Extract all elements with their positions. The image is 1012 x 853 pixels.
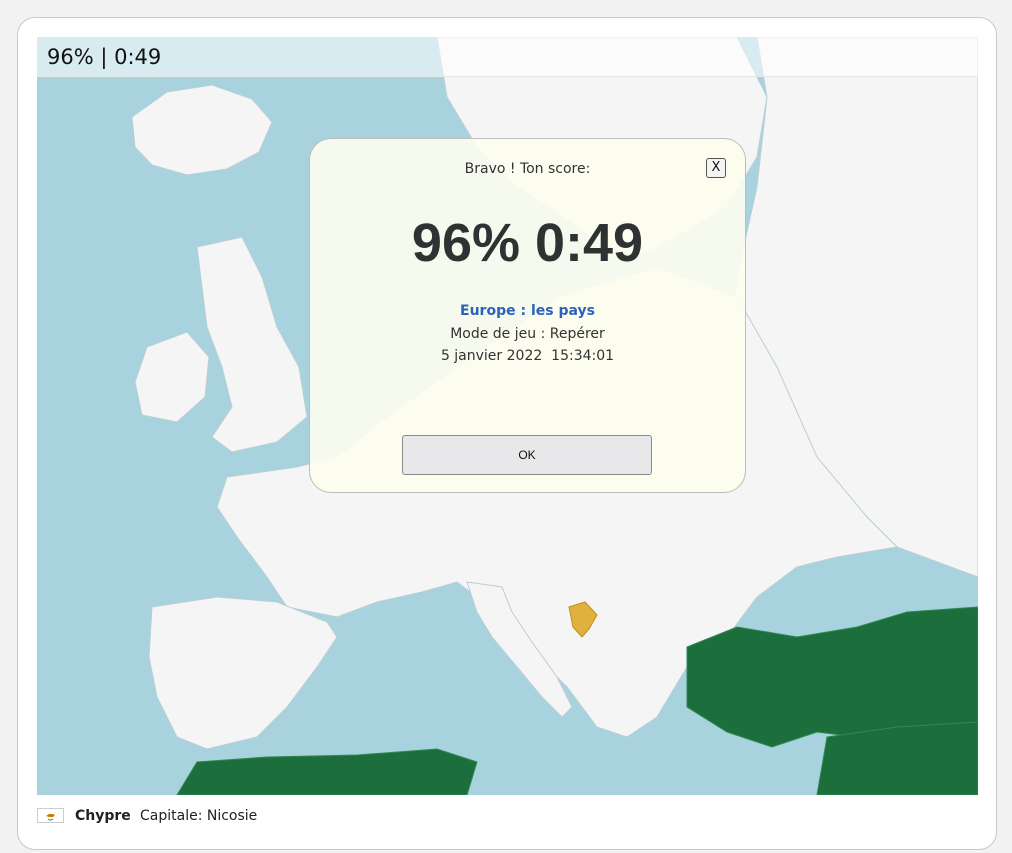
europe-map[interactable]: 96% | 0:49 Bravo ! Ton score: X 96% 0:49…: [37, 37, 978, 795]
close-button[interactable]: X: [706, 158, 726, 178]
score-dialog: Bravo ! Ton score: X 96% 0:49 Europe : l…: [309, 138, 746, 493]
ok-button[interactable]: OK: [402, 435, 652, 475]
quiz-name-link[interactable]: Europe : les pays: [310, 303, 745, 319]
cyprus-flag-icon: [37, 808, 64, 823]
score-bar: 96% | 0:49: [37, 37, 978, 77]
country-capital: Capitale: Nicosie: [140, 808, 258, 824]
game-mode-label: Mode de jeu : Repérer: [450, 326, 605, 342]
dialog-title: Bravo ! Ton score:: [464, 161, 591, 177]
country-name: Chypre: [75, 808, 131, 824]
timestamp-label: 5 janvier 2022 15:34:01: [440, 348, 615, 364]
final-score: 96% 0:49: [411, 213, 644, 273]
